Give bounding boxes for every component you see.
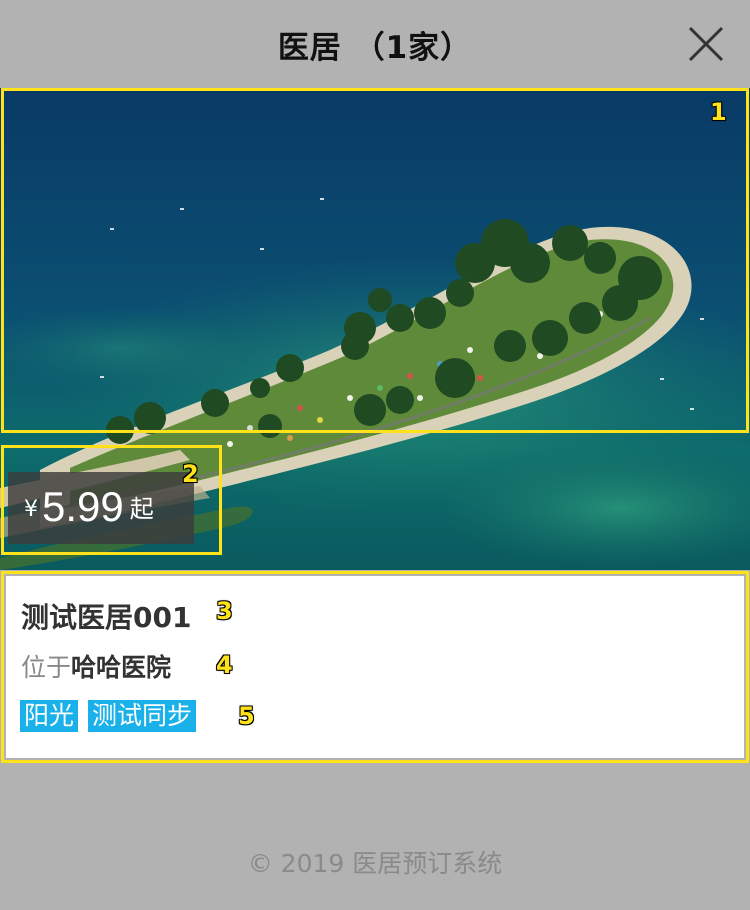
annotation-box-3-5 (1, 571, 749, 763)
copyright-footer: © 2019 医居预订系统 (247, 849, 503, 878)
annotation-number-5: 5 (238, 702, 255, 730)
page-title: 医居 （1家） (277, 29, 473, 66)
annotation-number-2: 2 (182, 460, 199, 488)
close-icon (688, 26, 724, 62)
annotation-box-1 (1, 88, 749, 433)
close-button[interactable] (688, 26, 724, 62)
annotation-number-3: 3 (216, 597, 233, 625)
annotation-number-1: 1 (710, 98, 727, 126)
header: 医居 （1家） (0, 0, 750, 88)
annotation-number-4: 4 (216, 651, 233, 679)
